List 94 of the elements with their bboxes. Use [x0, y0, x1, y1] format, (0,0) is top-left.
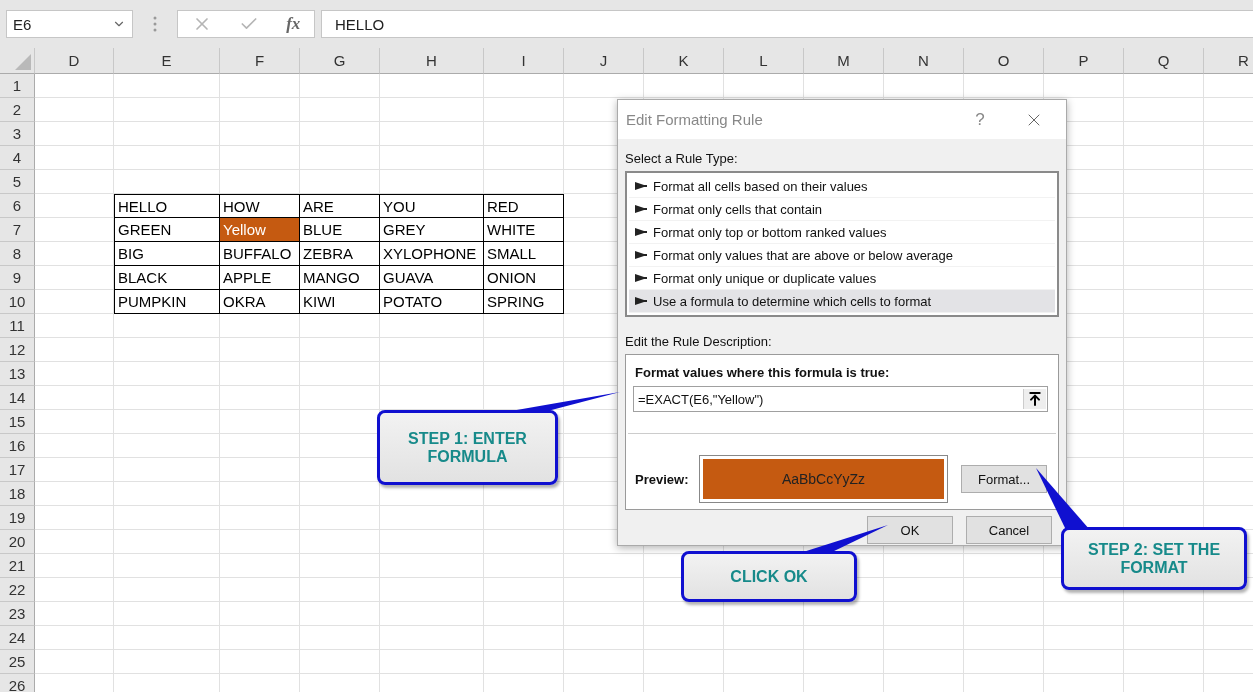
cancel-button[interactable]: Cancel: [966, 516, 1052, 544]
table-cell: WHITE: [484, 218, 564, 242]
row-header[interactable]: 12: [0, 338, 35, 362]
row-header[interactable]: 16: [0, 434, 35, 458]
table-cell: KIWI: [300, 290, 380, 314]
row-header[interactable]: 8: [0, 242, 35, 266]
callout: STEP 2: SET THE FORMAT: [1061, 527, 1247, 590]
row-header[interactable]: 19: [0, 506, 35, 530]
row-header[interactable]: 4: [0, 146, 35, 170]
table-cell: GREEN: [114, 218, 220, 242]
dialog-title: Edit Formatting Rule: [626, 111, 764, 128]
table-cell: POTATO: [380, 290, 484, 314]
pointer-icon: [635, 251, 647, 259]
table-cell: SPRING: [484, 290, 564, 314]
table-cell: XYLOPHONE: [380, 242, 484, 266]
row-header[interactable]: 20: [0, 530, 35, 554]
table-cell: PUMPKIN: [114, 290, 220, 314]
table-cell: BLUE: [300, 218, 380, 242]
column-header[interactable]: G: [300, 48, 380, 74]
callout-pointer: [1036, 468, 1090, 530]
format-button[interactable]: Format...: [961, 465, 1047, 493]
table-cell: BUFFALO: [220, 242, 300, 266]
column-header[interactable]: E: [114, 48, 220, 74]
row-header[interactable]: 6: [0, 194, 35, 218]
row-header[interactable]: 1: [0, 74, 35, 98]
insert-function-button[interactable]: fx: [286, 14, 301, 34]
callout: STEP 1: ENTER FORMULA: [377, 410, 558, 485]
table-cell: MANGO: [300, 266, 380, 290]
column-header[interactable]: Q: [1124, 48, 1204, 74]
column-header[interactable]: F: [220, 48, 300, 74]
row-header[interactable]: 15: [0, 410, 35, 434]
table-cell: ZEBRA: [300, 242, 380, 266]
help-button[interactable]: ?: [950, 109, 1010, 130]
table-cell: GREY: [380, 218, 484, 242]
callout: CLICK OK: [681, 551, 857, 602]
list-item[interactable]: Use a formula to determine which cells to format: [629, 290, 1055, 313]
table-cell: APPLE: [220, 266, 300, 290]
row-header[interactable]: 21: [0, 554, 35, 578]
grip-icon: [151, 15, 159, 33]
row-header[interactable]: 7: [0, 218, 35, 242]
column-header[interactable]: J: [564, 48, 644, 74]
table-cell: GUAVA: [380, 266, 484, 290]
select-all-icon[interactable]: [15, 54, 31, 70]
column-header[interactable]: O: [964, 48, 1044, 74]
pointer-icon: [635, 274, 647, 282]
row-header[interactable]: 17: [0, 458, 35, 482]
row-header[interactable]: 9: [0, 266, 35, 290]
column-header[interactable]: M: [804, 48, 884, 74]
table-cell: HELLO: [114, 194, 220, 218]
row-header[interactable]: 11: [0, 314, 35, 338]
row-header[interactable]: 22: [0, 578, 35, 602]
table-cell: BLACK: [114, 266, 220, 290]
table-cell: ARE: [300, 194, 380, 218]
table-cell: SMALL: [484, 242, 564, 266]
column-header[interactable]: R: [1204, 48, 1253, 74]
formula-field[interactable]: HELLO: [321, 10, 1253, 38]
row-header[interactable]: 24: [0, 626, 35, 650]
row-header[interactable]: 2: [0, 98, 35, 122]
table-cell: RED: [484, 194, 564, 218]
pointer-icon: [635, 228, 647, 236]
row-header[interactable]: 18: [0, 482, 35, 506]
row-header[interactable]: 3: [0, 122, 35, 146]
preview-label: Preview:: [635, 471, 690, 487]
row-header[interactable]: 26: [0, 674, 35, 692]
column-header[interactable]: P: [1044, 48, 1124, 74]
table-cell: OKRA: [220, 290, 300, 314]
section-label: Edit the Rule Description:: [625, 334, 773, 349]
pointer-icon: [635, 182, 647, 190]
table-cell: ONION: [484, 266, 564, 290]
ok-button[interactable]: OK: [867, 516, 953, 544]
table-cell: YOU: [380, 194, 484, 218]
formula-input[interactable]: =EXACT(E6,"Yellow"): [633, 386, 1048, 412]
row-header[interactable]: 10: [0, 290, 35, 314]
formula-label: Format values where this formula is true:: [634, 364, 891, 382]
column-header[interactable]: K: [644, 48, 724, 74]
pointer-icon: [635, 297, 647, 305]
column-header[interactable]: H: [380, 48, 484, 74]
table-cell: Yellow: [220, 218, 300, 242]
collapse-icon[interactable]: [1027, 391, 1043, 407]
column-header[interactable]: I: [484, 48, 564, 74]
table-cell: HOW: [220, 194, 300, 218]
column-header[interactable]: D: [35, 48, 114, 74]
section-label: Select a Rule Type:: [625, 151, 739, 166]
row-header[interactable]: 5: [0, 170, 35, 194]
row-header[interactable]: 23: [0, 602, 35, 626]
column-header[interactable]: L: [724, 48, 804, 74]
column-header[interactable]: N: [884, 48, 964, 74]
row-header[interactable]: 13: [0, 362, 35, 386]
pointer-icon: [635, 205, 647, 213]
format-preview: AaBbCcYyZz: [703, 459, 944, 499]
table-cell: BIG: [114, 242, 220, 266]
name-box[interactable]: E6: [6, 10, 133, 38]
row-header[interactable]: 14: [0, 386, 35, 410]
row-header[interactable]: 25: [0, 650, 35, 674]
